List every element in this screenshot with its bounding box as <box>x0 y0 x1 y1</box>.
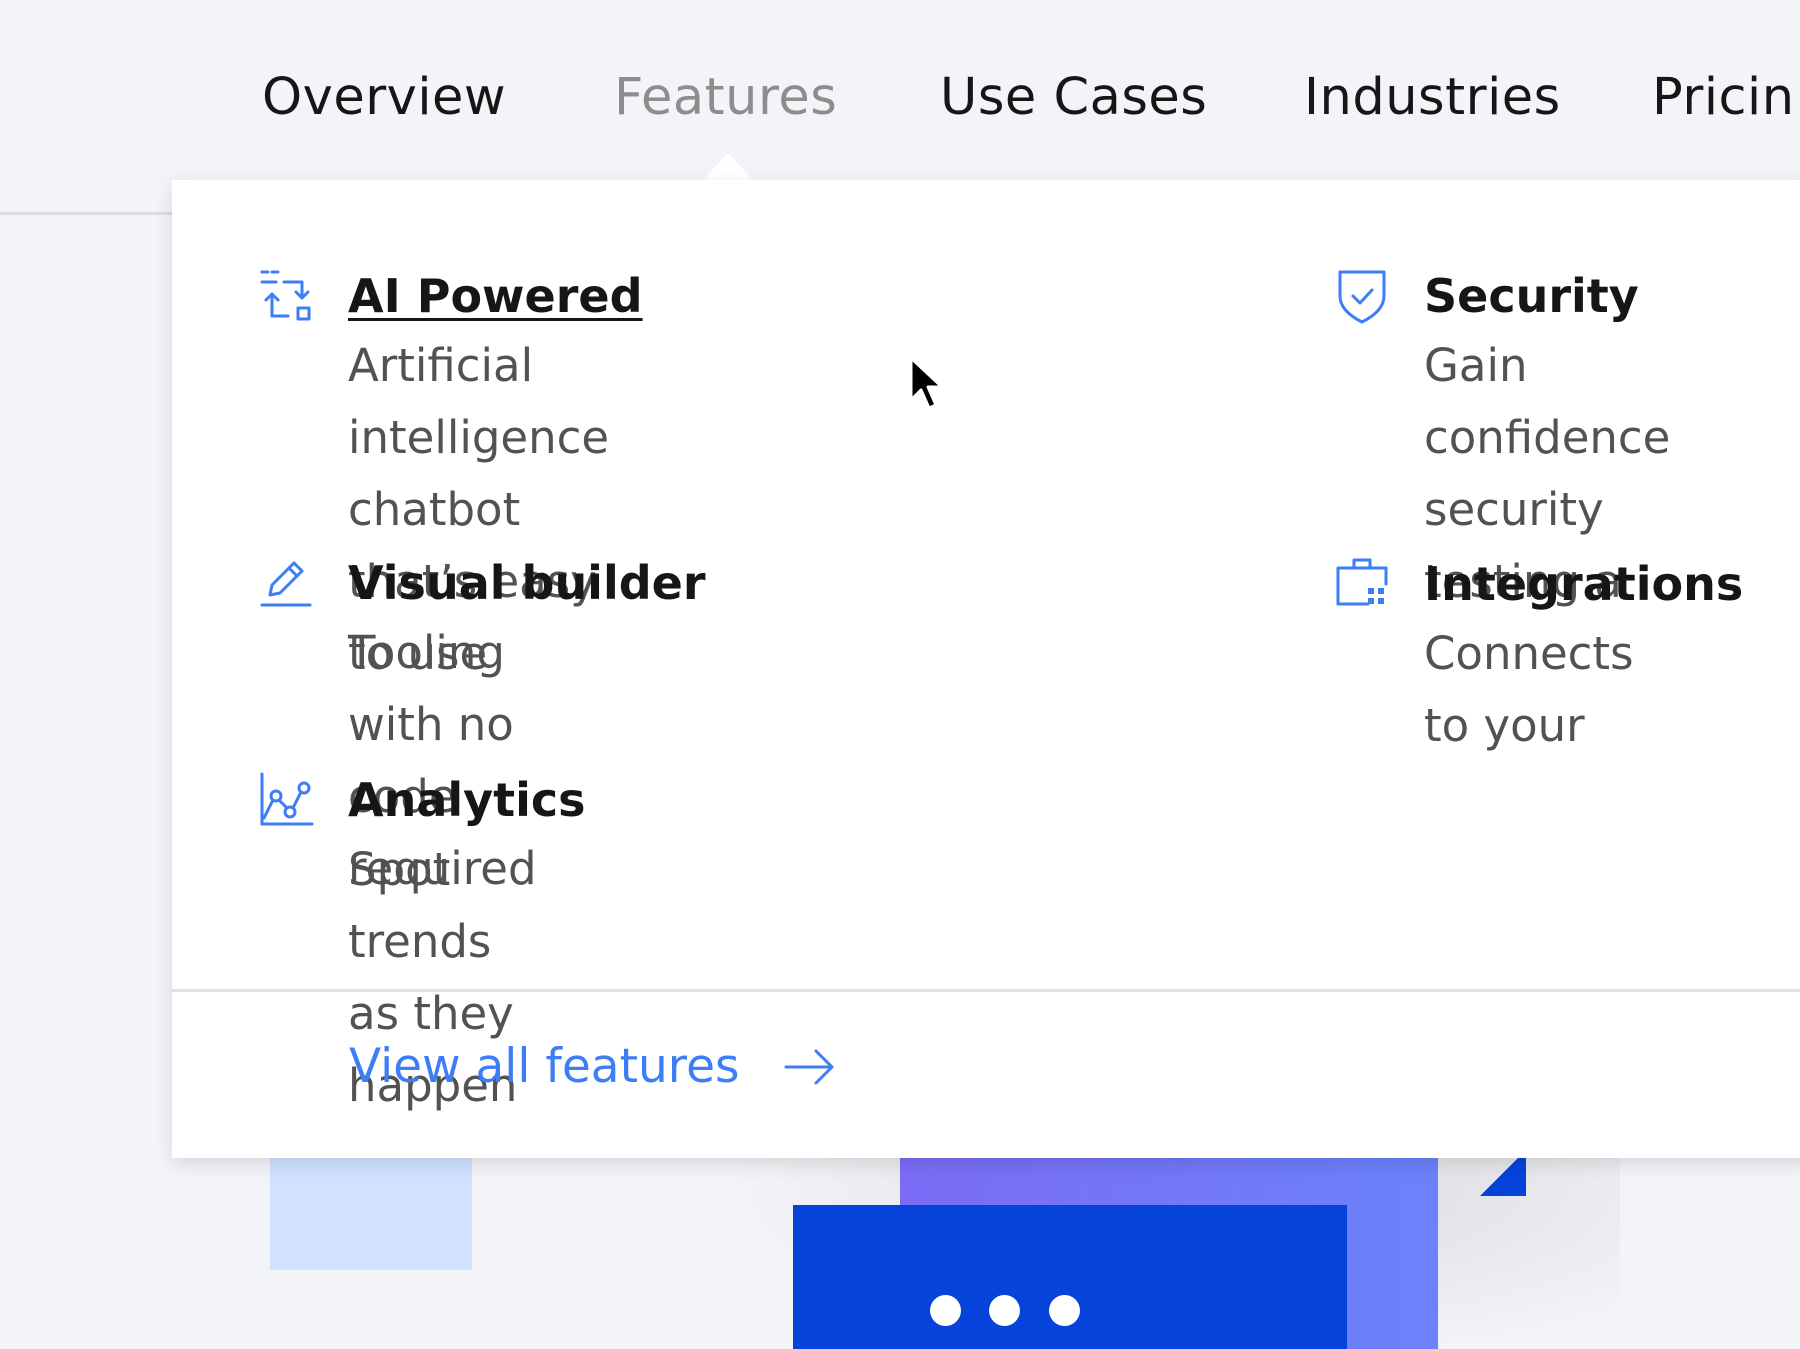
illustration-light-block <box>270 1150 472 1270</box>
features-dropdown: AI Powered Artificial intelligence chatb… <box>172 180 1800 1158</box>
briefcase-grid-icon <box>1336 558 1388 606</box>
feature-title[interactable]: Integrations <box>1424 556 1743 612</box>
feature-title[interactable]: AI Powered <box>348 268 643 324</box>
shield-check-icon <box>1338 270 1386 324</box>
nav-item-overview[interactable]: Overview <box>262 72 506 123</box>
view-all-label: View all features <box>349 1039 740 1094</box>
illustration-chat-bubble <box>793 1205 1347 1349</box>
pencil-icon <box>260 561 312 607</box>
feature-title[interactable]: Analytics <box>348 772 586 828</box>
page: Overview Features Use Cases Industries P… <box>0 0 1800 1349</box>
arrow-right-icon <box>784 1049 834 1084</box>
analytics-chart-icon <box>260 772 314 826</box>
header-divider <box>0 212 175 215</box>
nav-item-features[interactable]: Features <box>614 72 837 123</box>
illustration-typing-dot <box>930 1295 961 1326</box>
feature-title[interactable]: Visual builder <box>348 555 706 611</box>
mouse-pointer-icon <box>909 356 944 410</box>
feature-description: Connects to your <box>1424 627 1634 752</box>
feature-title[interactable]: Security <box>1424 268 1639 324</box>
dropdown-divider <box>172 989 1800 992</box>
view-all-features-link[interactable]: View all features <box>349 1043 836 1090</box>
illustration-typing-dot <box>989 1295 1020 1326</box>
illustration-typing-dot <box>1049 1295 1080 1326</box>
nav-item-industries[interactable]: Industries <box>1304 72 1561 123</box>
dropdown-caret <box>702 153 754 181</box>
ai-automation-icon <box>260 270 311 321</box>
nav-item-pricing[interactable]: Pricin <box>1652 72 1795 123</box>
nav-item-use-cases[interactable]: Use Cases <box>940 72 1207 123</box>
